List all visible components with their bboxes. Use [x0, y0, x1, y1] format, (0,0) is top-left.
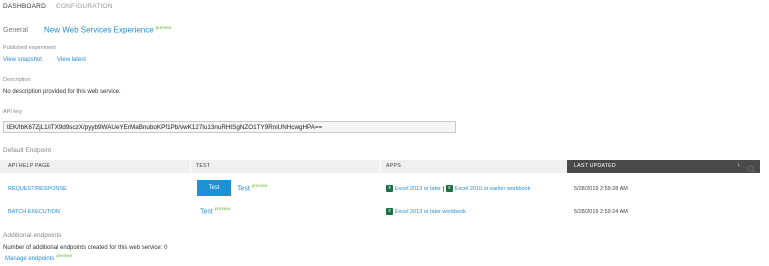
- api-key-field[interactable]: tEK/IbK67ZjL1/iTX9d9sczX/pyyb9WAUeYErMaB…: [3, 121, 456, 133]
- tab-dashboard[interactable]: DASHBOARD: [3, 3, 46, 10]
- column-divider: [380, 160, 381, 173]
- apps-cell: x Excel 2013 or later x Excel 2010 or earli…: [386, 185, 530, 192]
- service-name: New Web Services Experience: [44, 25, 154, 35]
- published-experiment-label: Published experiment: [3, 45, 56, 51]
- section-general: General: [3, 27, 28, 34]
- excel-2010-link[interactable]: Excel 2010 or earlier workbook: [455, 186, 531, 192]
- additional-endpoints-count: Number of additional endpoints created f…: [3, 245, 168, 251]
- last-updated-value: 5/28/2019 2:59:24 AM: [574, 209, 628, 215]
- view-snapshot-link[interactable]: View snapshot: [3, 57, 42, 63]
- excel-2013-link[interactable]: Excel 2013 or later: [395, 186, 441, 192]
- test-link-label: Test: [200, 208, 213, 216]
- test-preview-link[interactable]: Test preview: [237, 183, 267, 192]
- divider: [442, 185, 444, 192]
- preview-badge: preview: [56, 253, 72, 258]
- column-api-help-page[interactable]: API HELP PAGE: [8, 163, 50, 169]
- view-latest-link[interactable]: View latest: [57, 57, 86, 63]
- default-endpoint-title: Default Endpoint: [3, 147, 52, 154]
- description-label: Description: [3, 77, 31, 83]
- preview-badge: preview: [251, 183, 268, 188]
- apps-cell: x Excel 2013 or later workbook: [386, 208, 466, 215]
- test-button[interactable]: Test: [197, 180, 231, 196]
- service-name-link[interactable]: New Web Services Experience preview: [44, 25, 171, 35]
- manage-endpoints-link[interactable]: Manage endpointspreview: [5, 253, 72, 262]
- excel-icon: x: [445, 185, 453, 192]
- column-apps[interactable]: APPS: [386, 163, 401, 169]
- manage-endpoints-label: Manage endpoints: [5, 256, 55, 262]
- excel-2013-workbook-link[interactable]: Excel 2013 or later workbook: [395, 209, 466, 215]
- tab-configuration[interactable]: CONFIGURATION: [56, 3, 113, 10]
- column-last-updated[interactable]: LAST UPDATED: [574, 163, 616, 169]
- preview-badge: preview: [214, 206, 231, 211]
- column-test[interactable]: TEST: [196, 163, 210, 169]
- batch-execution-link[interactable]: BATCH EXECUTION: [8, 209, 60, 215]
- search-icon[interactable]: [747, 161, 756, 179]
- request-response-link[interactable]: REQUEST/RESPONSE: [8, 186, 67, 192]
- additional-endpoints-title: Additional endpoints: [3, 232, 62, 239]
- sort-down-arrow-icon[interactable]: ↓: [737, 161, 741, 168]
- test-preview-link[interactable]: Test preview: [200, 206, 230, 215]
- excel-icon: x: [386, 208, 393, 215]
- test-link-label: Test: [237, 185, 250, 193]
- column-divider: [190, 160, 191, 173]
- excel-icon: x: [386, 185, 393, 192]
- last-updated-value: 5/28/2019 2:59:28 AM: [574, 186, 628, 192]
- description-text: No description provided for this web ser…: [3, 89, 121, 95]
- preview-badge: preview: [155, 25, 172, 30]
- api-key-label: API key: [3, 109, 22, 115]
